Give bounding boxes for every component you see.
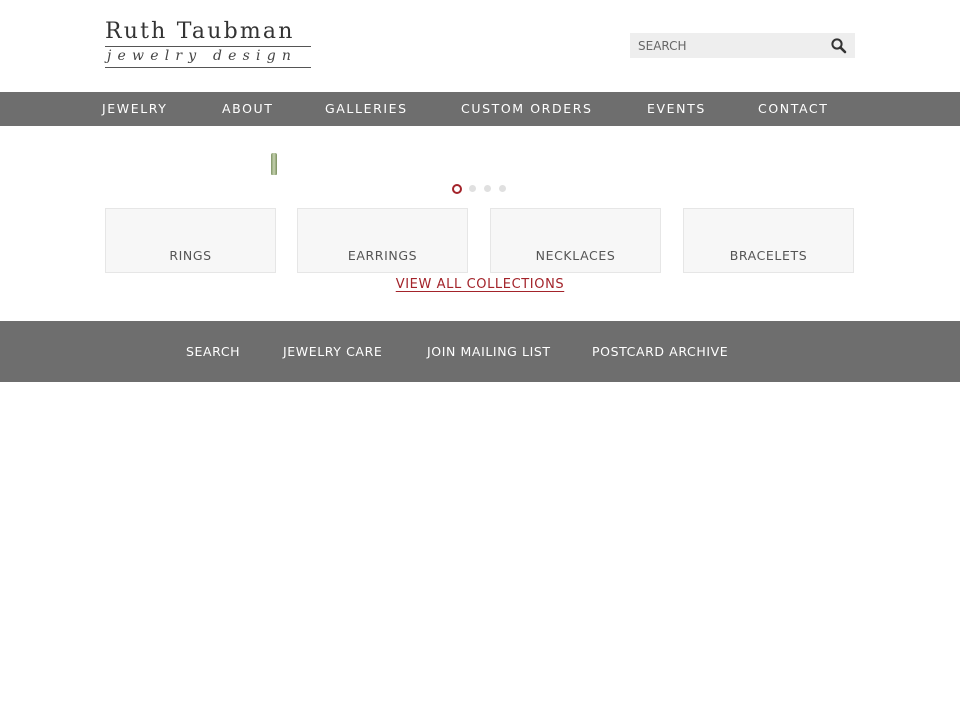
- collection-label: BRACELETS: [729, 248, 808, 263]
- footer-link-search[interactable]: SEARCH: [186, 321, 240, 382]
- collection-tile-rings[interactable]: RINGS: [105, 208, 276, 273]
- nav-item-custom-orders[interactable]: CUSTOM ORDERS: [461, 92, 593, 126]
- collection-tile-earrings[interactable]: EARRINGS: [297, 208, 468, 273]
- footer-link-jewelry-care[interactable]: JEWELRY CARE: [283, 321, 382, 382]
- collection-tile-necklaces[interactable]: NECKLACES: [490, 208, 661, 273]
- nav-item-about[interactable]: ABOUT: [222, 92, 274, 126]
- nav-item-jewelry[interactable]: JEWELRY: [102, 92, 168, 126]
- logo-rule-bottom: [105, 67, 311, 68]
- nav-item-galleries[interactable]: GALLERIES: [325, 92, 408, 126]
- nav-item-events[interactable]: EVENTS: [647, 92, 706, 126]
- collection-label: NECKLACES: [535, 248, 616, 263]
- slide-image[interactable]: [271, 153, 277, 175]
- magnifier-icon[interactable]: [830, 37, 848, 55]
- collection-label: EARRINGS: [347, 248, 418, 263]
- collection-tile-bracelets[interactable]: BRACELETS: [683, 208, 854, 273]
- site-header: Ruth Taubman jewelry design: [0, 0, 960, 92]
- footer-bar: SEARCH JEWELRY CARE JOIN MAILING LIST PO…: [0, 321, 960, 382]
- site-logo[interactable]: Ruth Taubman jewelry design: [105, 20, 311, 72]
- view-all-wrapper: VIEW ALL COLLECTIONS: [0, 273, 960, 292]
- slider-dot-1[interactable]: [452, 184, 462, 194]
- slider-dots: [452, 184, 512, 194]
- collection-label: RINGS: [169, 248, 212, 263]
- search-input[interactable]: [630, 33, 820, 58]
- footer-link-postcard-archive[interactable]: POSTCARD ARCHIVE: [592, 321, 728, 382]
- logo-tagline: jewelry design: [107, 48, 298, 64]
- hero-slider: [0, 126, 960, 196]
- footer-link-join-mailing-list[interactable]: JOIN MAILING LIST: [427, 321, 551, 382]
- main-nav: JEWELRY ABOUT GALLERIES CUSTOM ORDERS EV…: [0, 92, 960, 126]
- slider-dot-4[interactable]: [499, 185, 506, 192]
- logo-name: Ruth Taubman: [105, 19, 295, 44]
- nav-item-contact[interactable]: CONTACT: [758, 92, 828, 126]
- search-box: [630, 33, 855, 58]
- slider-dot-3[interactable]: [484, 185, 491, 192]
- view-all-collections-link[interactable]: VIEW ALL COLLECTIONS: [396, 277, 565, 292]
- logo-rule-top: [105, 46, 311, 47]
- slider-dot-2[interactable]: [469, 185, 476, 192]
